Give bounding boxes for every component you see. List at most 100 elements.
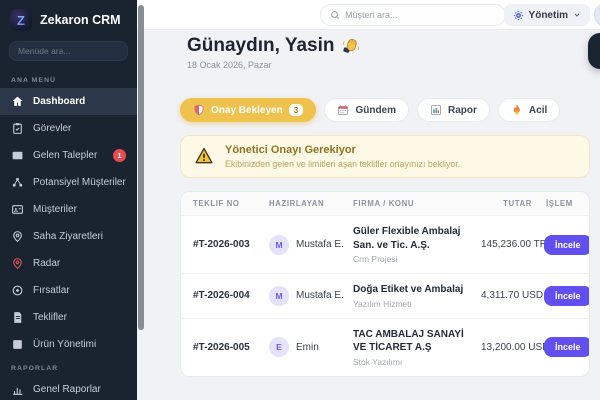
sidebar-search-input[interactable]	[9, 41, 128, 61]
company-name: Güler Flexible Ambalaj San. ve Tic. A.Ş.	[353, 226, 461, 251]
waving-hand-icon	[343, 39, 360, 53]
home-icon	[11, 95, 24, 108]
offers-table-card: TEKLIF NO HAZIRLAYAN FIRMA / KONU TUTAR İŞLE…	[180, 191, 590, 377]
company-cell: TAC AMBALAJ SANAYİ VE TİCARET A.Ş Stok Ya…	[353, 328, 481, 367]
column-header: TUTAR	[503, 199, 532, 208]
offer-number: #T-2026-003	[193, 239, 250, 250]
preparer-cell: M Mustafa E.	[269, 285, 353, 306]
radar-pin-icon	[11, 257, 24, 270]
user-avatar[interactable]	[594, 3, 600, 27]
sidebar-item-dashboard[interactable]: Dashboard	[0, 88, 137, 115]
notification-badge: 1	[113, 149, 126, 162]
sidebar-item-gorevler[interactable]: Görevler	[0, 115, 137, 142]
offer-number: #T-2026-004	[193, 290, 250, 302]
table-row: #T-2026-004 M Mustafa E. Doğa Etiket ve Amb…	[181, 273, 589, 318]
avatar: M	[269, 234, 289, 255]
review-button[interactable]: İncele	[544, 234, 589, 255]
tab-label: Gündem	[355, 104, 397, 116]
sidebar-section-label: ANA MENÜ	[11, 77, 57, 84]
brand-logo-icon: Z	[10, 9, 32, 31]
sidebar-item-label: Ürün Yönetimi	[33, 339, 97, 350]
action-cell: İncele	[532, 285, 589, 306]
map-pin-icon	[11, 230, 24, 243]
sidebar-item-label: Görevler	[33, 123, 72, 134]
customer-search-input[interactable]	[345, 10, 496, 20]
chevron-down-icon	[574, 13, 580, 17]
sidebar-item-firsatlar[interactable]: Fırsatlar	[0, 277, 137, 304]
sidebar-item-teklifler[interactable]: Teklifler	[0, 304, 137, 331]
company-cell: Güler Flexible Ambalaj San. ve Tic. A.Ş.…	[353, 225, 481, 264]
customers-icon	[11, 203, 24, 216]
column-header: TEKLIF NO	[193, 199, 240, 208]
column-header: HAZIRLAYAN	[269, 199, 325, 208]
sidebar-item-label: Dashboard	[33, 96, 86, 107]
table-row: #T-2026-003 M Mustafa E. Güler Flexible Amb…	[181, 216, 589, 273]
column-header: İŞLEM	[546, 199, 573, 208]
tab-count-badge: 3	[288, 103, 304, 117]
sidebar-item-musteriler[interactable]: Müşteriler	[0, 196, 137, 223]
chart-icon	[430, 104, 442, 116]
tab-acil[interactable]: Acil	[497, 98, 561, 122]
preparer-cell: E Emin	[269, 337, 353, 357]
tab-label: Rapor	[448, 104, 477, 116]
inbox-icon	[11, 149, 24, 162]
document-icon	[11, 311, 24, 324]
sidebar-item-label: Saha Ziyaretleri	[33, 231, 104, 242]
search-icon	[331, 11, 340, 20]
alert-text: Yönetici Onayı Gerekiyor Ekibinizden gel…	[225, 144, 460, 169]
sidebar-item-saha-ziyaretleri[interactable]: Saha Ziyaretleri	[0, 223, 137, 250]
amount: 145,236.00 TRY	[481, 239, 554, 250]
company-cell: Doğa Etiket ve Ambalaj Yazılım Hizmeti	[353, 283, 481, 309]
target-icon	[11, 284, 24, 297]
sidebar-scrollbar-thumb[interactable]	[138, 5, 144, 330]
add-button[interactable]: +	[588, 33, 600, 69]
review-button[interactable]: İncele	[544, 285, 589, 306]
sidebar-item-label: Radar	[33, 258, 61, 269]
tab-rapor[interactable]: Rapor	[417, 98, 490, 122]
tab-bar: Onay Bekleyen 3 Gündem Rapor Acil	[180, 98, 590, 122]
page-content: Günaydın, Yasin 18 Ocak 2026, Pazar + On…	[137, 30, 600, 377]
sidebar-search	[9, 41, 128, 61]
preparer-name: Mustafa E.	[296, 290, 344, 302]
company-name: Doğa Etiket ve Ambalaj	[353, 284, 464, 295]
admin-menu-button[interactable]: Yönetim	[503, 4, 590, 26]
approval-alert: Yönetici Onayı Gerekiyor Ekibinizden gel…	[180, 135, 590, 178]
sidebar-item-genel-raporlar[interactable]: Genel Raporlar	[0, 376, 137, 400]
preparer-name: Mustafa E.	[296, 239, 344, 250]
review-button[interactable]: İncele	[544, 337, 589, 357]
sidebar-nav: ANA MENÜ Dashboard Görevler Gelen Talepler 1…	[0, 70, 137, 400]
greeting-text: Günaydın, Yasin	[187, 35, 335, 56]
offer-topic: Crm Projesi	[353, 254, 398, 264]
sidebar-item-label: Fırsatlar	[33, 285, 70, 296]
offer-topic: Stok Yazılımı	[353, 356, 403, 367]
admin-menu-label: Yönetim	[528, 9, 568, 21]
preparer-name: Emin	[296, 341, 319, 353]
alert-description: Ekibinizden gelen ve limitleri aşan tekl…	[225, 159, 461, 169]
shield-icon	[193, 104, 205, 116]
sidebar-item-label: Potansiyel Müşteriler	[33, 177, 126, 188]
sidebar-item-urun-yonetimi[interactable]: Ürün Yönetimi	[0, 331, 137, 358]
action-cell: İncele	[532, 234, 589, 255]
tab-label: Onay Bekleyen	[211, 104, 283, 116]
tab-onay-bekleyen[interactable]: Onay Bekleyen 3	[180, 98, 317, 122]
table-row: #T-2026-005 E Emin TAC AMBALAJ SANAYİ VE Tİ…	[181, 317, 589, 376]
tab-label: Acil	[528, 104, 548, 116]
offer-number: #T-2026-005	[193, 341, 250, 353]
company-name: TAC AMBALAJ SANAYİ VE TİCARET A.Ş	[353, 328, 464, 354]
avatar: E	[269, 337, 289, 357]
sidebar-item-potansiyel-musteriler[interactable]: Potansiyel Müşteriler	[0, 169, 137, 196]
brand-logo-letter: Z	[17, 12, 25, 28]
sidebar-item-label: Gelen Talepler	[33, 150, 98, 161]
gear-icon	[513, 10, 523, 20]
amount: 13,200.00 USD	[481, 341, 550, 353]
table-body: #T-2026-003 M Mustafa E. Güler Flexible Amb…	[181, 216, 589, 376]
sidebar-item-gelen-talepler[interactable]: Gelen Talepler 1	[0, 142, 137, 169]
tab-gundem[interactable]: Gündem	[324, 98, 410, 122]
greeting-block: Günaydın, Yasin 18 Ocak 2026, Pazar	[187, 35, 590, 70]
topbar: Yönetim	[137, 0, 600, 30]
calendar-icon	[337, 104, 349, 116]
sidebar-item-radar[interactable]: Radar	[0, 250, 137, 277]
box-icon	[11, 338, 24, 351]
fire-icon	[511, 104, 523, 116]
sidebar-item-label: Genel Raporlar	[33, 384, 101, 395]
